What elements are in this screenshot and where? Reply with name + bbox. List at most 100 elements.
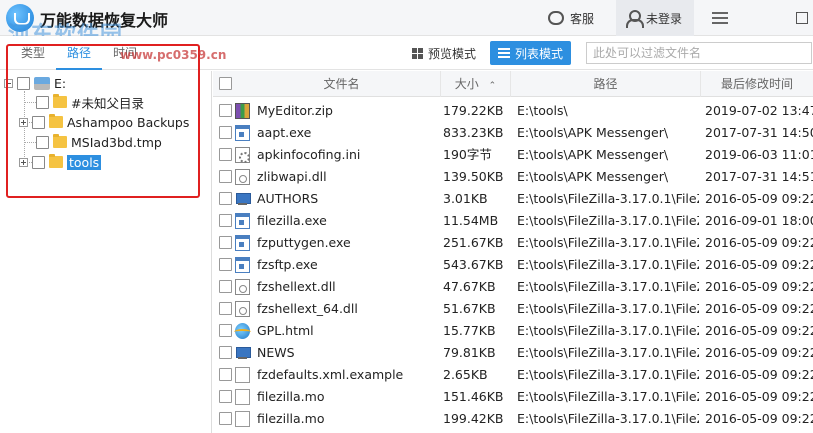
file-size-cell: 47.67KB — [443, 279, 496, 294]
maximize-button[interactable] — [790, 0, 813, 36]
table-row[interactable]: fzdefaults.xml.example 2.65KB E:\tools\Fil… — [213, 364, 813, 386]
table-row[interactable]: GPL.html 15.77KB E:\tools\FileZilla-3.17.0… — [213, 320, 813, 342]
row-checkbox[interactable] — [219, 412, 232, 425]
table-row[interactable]: MyEditor.zip 179.22KB E:\tools\ 2019-07-02 … — [213, 100, 813, 122]
table-row[interactable]: AUTHORS 3.01KB E:\tools\FileZilla-3.17.0.1… — [213, 188, 813, 210]
table-row[interactable]: NEWS 79.81KB E:\tools\FileZilla-3.17.0.1\F… — [213, 342, 813, 364]
tree-checkbox[interactable] — [36, 135, 49, 149]
list-mode-button[interactable]: 列表模式 — [490, 41, 572, 65]
column-header-path[interactable]: 路径 — [511, 71, 701, 97]
row-checkbox[interactable] — [219, 126, 232, 139]
table-row[interactable]: fzputtygen.exe 251.67KB E:\tools\FileZilla… — [213, 232, 813, 254]
file-name-cell: zlibwapi.dll — [257, 169, 327, 184]
row-checkbox[interactable] — [219, 258, 232, 271]
table-row[interactable]: fzshellext_64.dll 51.67KB E:\tools\FileZil… — [213, 298, 813, 320]
file-name-cell: filezilla.mo — [257, 389, 325, 404]
tree-checkbox[interactable] — [36, 95, 49, 109]
tab-type[interactable]: 类型 — [10, 36, 56, 70]
tree-item-ashampoo-backups[interactable]: Ashampoo Backups — [19, 112, 189, 132]
pc-file-icon — [235, 191, 251, 207]
file-path-cell: E:\tools\FileZilla-3.17.0.1\FileZi... — [517, 389, 699, 404]
chat-icon — [548, 8, 564, 25]
row-checkbox[interactable] — [219, 346, 232, 359]
row-checkbox[interactable] — [219, 280, 232, 293]
file-size-cell: 79.81KB — [443, 345, 496, 360]
file-modified-cell: 2016-05-09 09:22 — [705, 389, 813, 404]
column-header-size[interactable]: 大小 ⌃ — [441, 71, 511, 97]
table-row[interactable]: fzshellext.dll 47.67KB E:\tools\FileZilla-… — [213, 276, 813, 298]
column-header-modified[interactable]: 最后修改时间 — [701, 71, 813, 97]
tree-checkbox[interactable] — [17, 76, 30, 90]
tree-item-msi-tmp[interactable]: MSIad3bd.tmp — [36, 132, 162, 152]
file-path-cell: E:\tools\FileZilla-3.17.0.1\FileZi... — [517, 367, 699, 382]
file-modified-cell: 2017-07-31 14:50 — [705, 125, 813, 140]
file-name-cell: NEWS — [257, 345, 295, 360]
customer-service-button[interactable]: 客服 — [548, 0, 594, 36]
collapse-toggle-icon[interactable] — [4, 78, 13, 88]
tree-item-tools[interactable]: tools — [19, 152, 102, 172]
row-checkbox[interactable] — [219, 302, 232, 315]
file-path-cell: E:\tools\APK Messenger\ — [517, 169, 669, 184]
tree-item-label: tools — [67, 154, 102, 170]
tree-item-label: E: — [54, 75, 67, 91]
file-size-cell: 199.42KB — [443, 411, 504, 426]
table-row[interactable]: zlibwapi.dll 139.50KB E:\tools\APK Messeng… — [213, 166, 813, 188]
directory-tree: E: #未知父目录 Ashampoo Backups MSIad3bd.tmp … — [0, 71, 212, 433]
row-checkbox[interactable] — [219, 368, 232, 381]
filename-filter-input[interactable] — [586, 42, 812, 64]
select-all-checkbox[interactable] — [219, 77, 232, 90]
tree-item-label: #未知父目录 — [71, 95, 144, 111]
preview-mode-button[interactable]: 预览模式 — [404, 41, 484, 65]
table-row[interactable]: filezilla.mo 199.42KB E:\tools\FileZilla-3… — [213, 408, 813, 430]
file-name-cell: fzputtygen.exe — [257, 235, 351, 250]
file-name-cell: MyEditor.zip — [257, 103, 333, 118]
file-modified-cell: 2016-05-09 09:22 — [705, 323, 813, 338]
watermark-url: www.pc0359.cn — [120, 48, 227, 62]
file-name-cell: fzshellext_64.dll — [257, 301, 358, 316]
file-modified-cell: 2017-07-31 14:51 — [705, 169, 813, 184]
expand-toggle-icon[interactable] — [19, 117, 28, 127]
tab-path[interactable]: 路径 — [56, 36, 102, 70]
file-modified-cell: 2016-05-09 09:22 — [705, 345, 813, 360]
file-name-cell: apkinfocofing.ini — [257, 147, 361, 162]
file-size-cell: 151.46KB — [443, 389, 504, 404]
file-size-cell: 51.67KB — [443, 301, 496, 316]
file-name-cell: AUTHORS — [257, 191, 319, 206]
column-header-name[interactable]: 文件名 — [243, 71, 441, 97]
login-button[interactable]: 未登录 — [616, 0, 694, 36]
expand-toggle-icon[interactable] — [19, 157, 28, 167]
file-modified-cell: 2016-05-09 09:22 — [705, 411, 813, 426]
row-checkbox[interactable] — [219, 170, 232, 183]
tree-checkbox[interactable] — [32, 155, 45, 169]
table-row[interactable]: apkinfocofing.ini 190字节 E:\tools\APK Messe… — [213, 144, 813, 166]
tree-checkbox[interactable] — [32, 115, 45, 129]
table-row[interactable]: fzsftp.exe 543.67KB E:\tools\FileZilla-3.1… — [213, 254, 813, 276]
file-size-cell: 2.65KB — [443, 367, 488, 382]
file-modified-cell: 2016-05-09 09:22 — [705, 257, 813, 272]
tree-item-label: Ashampoo Backups — [67, 114, 190, 130]
menu-button[interactable] — [706, 0, 734, 36]
row-checkbox[interactable] — [219, 192, 232, 205]
file-name-cell: aapt.exe — [257, 125, 312, 140]
table-row[interactable]: filezilla.mo 151.46KB E:\tools\FileZilla-3… — [213, 386, 813, 408]
tree-connector — [24, 142, 36, 143]
row-checkbox[interactable] — [219, 390, 232, 403]
list-mode-label: 列表模式 — [515, 46, 564, 61]
column-header-size-label: 大小 — [454, 77, 479, 91]
tree-item-unknown-parent[interactable]: #未知父目录 — [36, 92, 144, 112]
row-checkbox[interactable] — [219, 104, 232, 117]
row-checkbox[interactable] — [219, 148, 232, 161]
exe-file-icon — [235, 213, 250, 229]
file-modified-cell: 2016-05-09 09:22 — [705, 367, 813, 382]
exe-file-icon — [235, 257, 250, 273]
table-row[interactable]: aapt.exe 833.23KB E:\tools\APK Messenger\ 2… — [213, 122, 813, 144]
row-checkbox[interactable] — [219, 324, 232, 337]
folder-icon — [53, 134, 67, 148]
hamburger-menu-icon — [712, 12, 728, 24]
table-row[interactable]: filezilla.exe 11.54MB E:\tools\FileZilla-3… — [213, 210, 813, 232]
file-path-cell: E:\tools\FileZilla-3.17.0.1\FileZi... — [517, 257, 699, 272]
tree-item-root[interactable]: E: — [4, 73, 66, 93]
row-checkbox[interactable] — [219, 214, 232, 227]
row-checkbox[interactable] — [219, 236, 232, 249]
login-label: 未登录 — [646, 11, 683, 26]
